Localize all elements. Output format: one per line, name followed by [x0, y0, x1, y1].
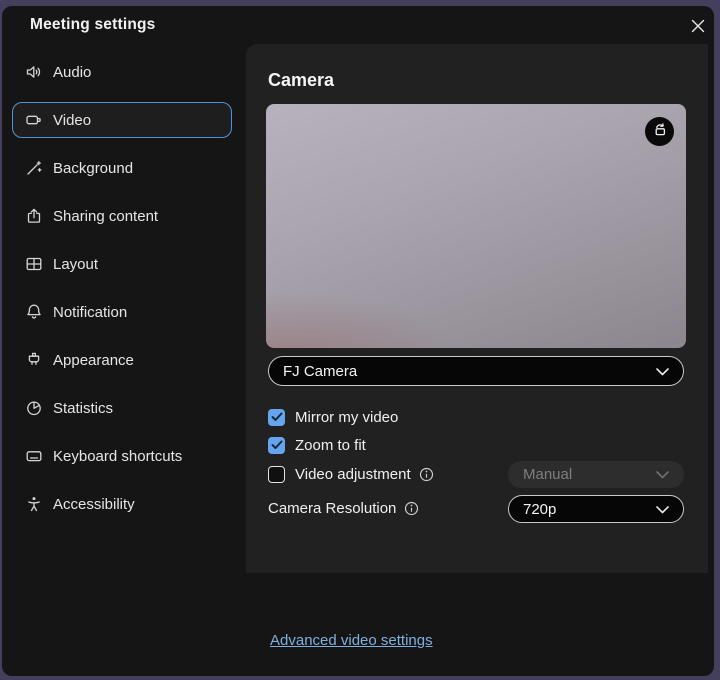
chevron-down-icon [656, 466, 669, 483]
check-icon [271, 412, 283, 422]
sidebar-item-video[interactable]: Video [12, 102, 232, 138]
sidebar-item-sharing-content[interactable]: Sharing content [12, 198, 232, 234]
rotate-camera-button[interactable] [645, 117, 674, 146]
camera-preview [266, 104, 686, 348]
sidebar-item-label: Video [53, 112, 91, 129]
mirror-video-row: Mirror my video [268, 408, 398, 426]
zoom-to-fit-label: Zoom to fit [295, 437, 366, 454]
camera-resolution-value: 720p [523, 501, 556, 518]
sidebar-item-label: Keyboard shortcuts [53, 448, 182, 465]
mirror-video-checkbox[interactable] [268, 409, 285, 426]
camera-device-select[interactable]: FJ Camera [268, 356, 684, 386]
video-adjustment-value: Manual [523, 466, 572, 483]
dialog-title: Meeting settings [30, 14, 156, 36]
sidebar-item-accessibility[interactable]: Accessibility [12, 486, 232, 522]
camera-resolution-row: Camera Resolution [268, 499, 419, 517]
check-icon [271, 440, 283, 450]
camera-device-value: FJ Camera [283, 363, 357, 380]
sidebar-item-keyboard-shortcuts[interactable]: Keyboard shortcuts [12, 438, 232, 474]
chevron-down-icon [656, 501, 669, 518]
video-adjustment-info-icon[interactable] [419, 467, 434, 482]
sidebar-item-audio[interactable]: Audio [12, 54, 232, 90]
mirror-video-label: Mirror my video [295, 409, 398, 426]
magic-wand-icon [24, 158, 44, 178]
sidebar-item-background[interactable]: Background [12, 150, 232, 186]
sidebar-item-label: Background [53, 160, 133, 177]
grid-layout-icon [24, 254, 44, 274]
sidebar-item-label: Notification [53, 304, 127, 321]
sidebar-item-layout[interactable]: Layout [12, 246, 232, 282]
sidebar-item-notification[interactable]: Notification [12, 294, 232, 330]
rotate-camera-icon [650, 120, 669, 144]
accessibility-person-icon [24, 494, 44, 514]
speaker-icon [24, 62, 44, 82]
video-camera-icon [24, 110, 44, 130]
close-icon [691, 19, 705, 38]
sidebar-item-label: Statistics [53, 400, 113, 417]
zoom-to-fit-checkbox[interactable] [268, 437, 285, 454]
chevron-down-icon [656, 363, 669, 380]
video-settings-panel: Camera FJ Camera Mirror my video [246, 44, 708, 573]
pie-chart-icon [24, 398, 44, 418]
sidebar-item-label: Appearance [53, 352, 134, 369]
camera-resolution-info-icon[interactable] [404, 501, 419, 516]
keyboard-icon [24, 446, 44, 466]
advanced-video-settings-link[interactable]: Advanced video settings [270, 632, 433, 649]
paintbrush-icon [24, 350, 44, 370]
meeting-settings-dialog: Meeting settings Audio Video Background … [2, 6, 714, 676]
zoom-to-fit-row: Zoom to fit [268, 436, 366, 454]
sidebar-item-label: Audio [53, 64, 91, 81]
bell-icon [24, 302, 44, 322]
video-adjustment-select[interactable]: Manual [508, 461, 684, 488]
video-adjustment-checkbox[interactable] [268, 466, 285, 483]
sidebar-item-statistics[interactable]: Statistics [12, 390, 232, 426]
share-icon [24, 206, 44, 226]
video-adjustment-label: Video adjustment [295, 466, 411, 483]
camera-heading: Camera [268, 70, 334, 91]
sidebar-item-appearance[interactable]: Appearance [12, 342, 232, 378]
camera-resolution-label: Camera Resolution [268, 500, 396, 517]
camera-resolution-select[interactable]: 720p [508, 495, 684, 523]
sidebar-item-label: Layout [53, 256, 98, 273]
video-adjustment-row: Video adjustment [268, 465, 434, 483]
sidebar-item-label: Accessibility [53, 496, 135, 513]
sidebar-item-label: Sharing content [53, 208, 158, 225]
close-button[interactable] [686, 16, 710, 40]
